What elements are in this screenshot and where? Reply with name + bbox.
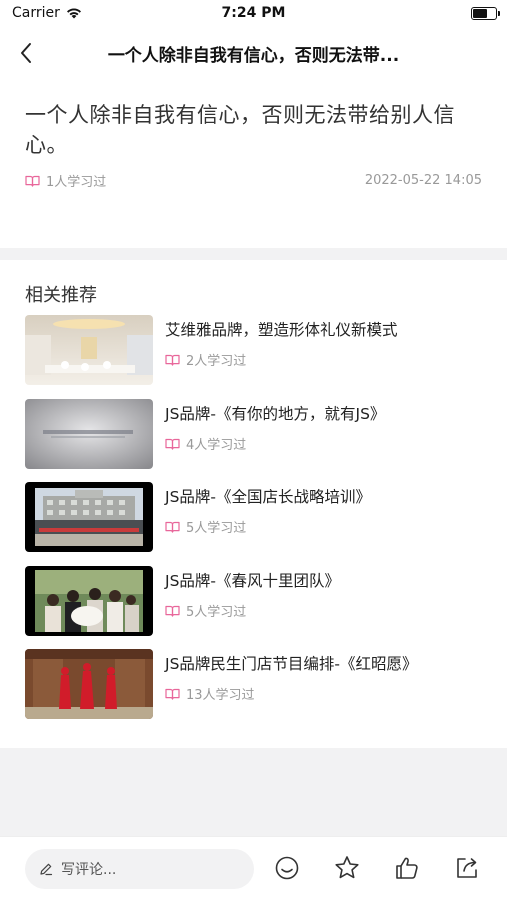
pencil-icon [40, 863, 53, 876]
book-icon [165, 438, 180, 450]
recommendation-item[interactable]: JS品牌-《春风十里团队》 5人学习过 [25, 566, 487, 636]
video-thumbnail [25, 649, 153, 719]
clock: 7:24 PM [221, 5, 286, 21]
learned-count: 4人学习过 [165, 434, 246, 453]
learned-label: 1人学习过 [46, 175, 107, 190]
comment-placeholder: 写评论... [61, 862, 117, 878]
book-icon [165, 354, 180, 366]
recommendation-title: JS品牌-《春风十里团队》 [165, 572, 341, 590]
recommendation-title: JS品牌-《有你的地方，就有JS》 [165, 405, 386, 423]
book-icon [25, 175, 40, 187]
nav-bar: 一个人除非自我有信心，否则无法带... [0, 30, 507, 76]
recommendations-section: 相关推荐 艾维雅品牌，塑造形体礼仪新模式 2人学习过 JS品牌-《有你的地方，就… [0, 260, 507, 748]
comment-input[interactable]: 写评论... [25, 849, 254, 889]
learned-label: 2人学习过 [186, 354, 247, 369]
recommendation-item[interactable]: JS品牌-《全国店长战略培训》 5人学习过 [25, 482, 487, 552]
learned-label: 13人学习过 [186, 688, 255, 703]
battery-icon [471, 7, 500, 20]
learned-label: 5人学习过 [186, 605, 247, 620]
book-icon [165, 688, 180, 700]
book-icon [165, 605, 180, 617]
video-thumbnail [25, 315, 153, 385]
video-thumbnail [25, 482, 153, 552]
book-icon [165, 521, 180, 533]
learned-count: 1人学习过 [25, 171, 106, 190]
page-title: 一个人除非自我有信心，否则无法带... [107, 46, 400, 66]
learned-count: 5人学习过 [165, 601, 246, 620]
back-button[interactable] [10, 36, 42, 70]
thumbs-up-icon[interactable] [393, 854, 421, 882]
star-icon[interactable] [333, 854, 361, 882]
learned-count: 5人学习过 [165, 517, 246, 536]
video-thumbnail [25, 399, 153, 469]
learned-label: 5人学习过 [186, 521, 247, 536]
learned-count: 13人学习过 [165, 684, 255, 703]
publish-date: 2022-05-22 14:05 [364, 173, 482, 188]
section-heading: 相关推荐 [25, 285, 97, 306]
share-icon[interactable] [453, 854, 481, 882]
recommendation-title: JS品牌-《全国店长战略培训》 [165, 488, 372, 506]
learned-count: 2人学习过 [165, 350, 246, 369]
chevron-left-icon [21, 43, 31, 63]
article-title: 一个人除非自我有信心，否则无法带给别人信心。 [25, 103, 455, 157]
recommendation-item[interactable]: JS品牌民生门店节目编排-《红昭愿》 13人学习过 [25, 649, 487, 719]
recommendation-title: JS品牌民生门店节目编排-《红昭愿》 [165, 655, 418, 673]
status-bar: Carrier 7:24 PM [0, 0, 507, 30]
comment-icon[interactable] [273, 854, 301, 882]
bottom-action-bar: 写评论... [0, 836, 507, 900]
recommendation-item[interactable]: JS品牌-《有你的地方，就有JS》 4人学习过 [25, 399, 487, 469]
article-header: 一个人除非自我有信心，否则无法带给别人信心。 1人学习过 2022-05-22 … [0, 76, 507, 248]
recommendation-title: 艾维雅品牌，塑造形体礼仪新模式 [165, 321, 398, 339]
article-meta: 1人学习过 2022-05-22 14:05 [25, 171, 482, 190]
video-thumbnail [25, 566, 153, 636]
learned-label: 4人学习过 [186, 438, 247, 453]
recommendation-item[interactable]: 艾维雅品牌，塑造形体礼仪新模式 2人学习过 [25, 315, 487, 385]
